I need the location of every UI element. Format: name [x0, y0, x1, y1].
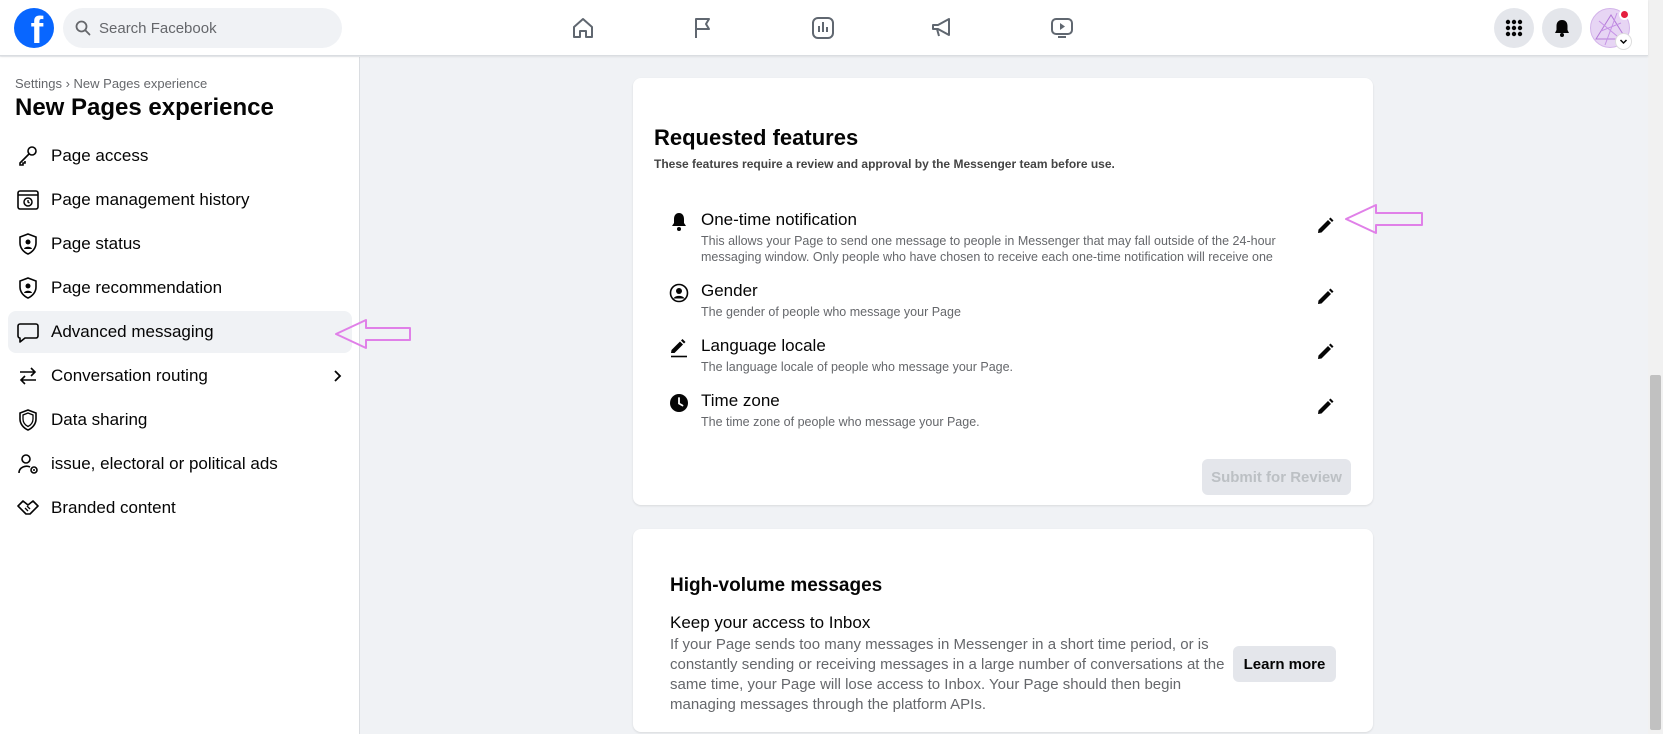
- insights-icon[interactable]: [807, 12, 839, 44]
- edit-pencil-icon[interactable]: [1313, 395, 1337, 419]
- sidebar-item-conversation-routing[interactable]: Conversation routing: [8, 355, 352, 397]
- chevron-down-icon[interactable]: [1616, 34, 1631, 49]
- feature-description: The gender of people who message your Pa…: [701, 305, 961, 319]
- feature-name: One-time notification: [701, 210, 857, 229]
- chevron-right-icon: [330, 368, 344, 388]
- feature-gender: Gender The gender of people who message …: [669, 281, 1349, 325]
- requested-features-card: Requested features These features requir…: [633, 78, 1373, 505]
- edit-pencil-icon[interactable]: [1313, 285, 1337, 309]
- sidebar-item-label: Page recommendation: [51, 278, 223, 297]
- history-icon: [16, 188, 40, 212]
- edit-pencil-icon[interactable]: [1313, 340, 1337, 364]
- high-volume-body: If your Page sends too many messages in …: [670, 636, 1225, 713]
- sidebar-item-political-ads[interactable]: issue, electoral or political ads: [8, 443, 352, 485]
- settings-sidebar: Settings › New Pages experience New Page…: [0, 57, 360, 734]
- page-title: New Pages experience: [15, 94, 274, 121]
- sidebar-item-label: issue, electoral or political ads: [51, 454, 278, 473]
- high-volume-subtitle: Keep your access to Inbox: [670, 613, 871, 632]
- shield-person-icon: [16, 232, 40, 256]
- shield-icon: [16, 408, 40, 432]
- person-gear-icon: [16, 452, 40, 476]
- scrollbar-thumb[interactable]: [1650, 375, 1661, 730]
- edit-pencil-icon[interactable]: [1313, 214, 1337, 238]
- facebook-logo-letter: f: [30, 10, 44, 48]
- feature-description: The time zone of people who message your…: [701, 415, 980, 429]
- requested-features-subtitle: These features require a review and appr…: [654, 157, 1115, 171]
- sidebar-item-label: Data sharing: [51, 410, 148, 429]
- flag-icon[interactable]: [687, 12, 719, 44]
- feature-name: Gender: [701, 281, 758, 300]
- feature-name: Time zone: [701, 391, 780, 410]
- sidebar-item-page-status[interactable]: Page status: [8, 223, 352, 265]
- high-volume-messages-card: High-volume messages Keep your access to…: [633, 529, 1373, 732]
- sidebar-item-data-sharing[interactable]: Data sharing: [8, 399, 352, 441]
- notification-dot: [1619, 9, 1630, 20]
- sidebar-item-advanced-messaging[interactable]: Advanced messaging: [8, 311, 352, 353]
- sidebar-item-label: Branded content: [51, 498, 176, 517]
- search-icon: [75, 20, 91, 36]
- sidebar-item-page-recommendation[interactable]: Page recommendation: [8, 267, 352, 309]
- breadcrumb[interactable]: Settings › New Pages experience: [15, 76, 207, 91]
- home-icon[interactable]: [567, 12, 599, 44]
- sidebar-item-label: Advanced messaging: [51, 322, 214, 341]
- feature-description: The language locale of people who messag…: [701, 360, 1014, 374]
- sidebar-item-page-management-history[interactable]: Page management history: [8, 179, 352, 221]
- sidebar-item-label: Page management history: [51, 190, 250, 209]
- requested-features-title: Requested features: [654, 125, 859, 150]
- sidebar-item-branded-content[interactable]: Branded content: [8, 487, 352, 529]
- clock-icon: [669, 393, 689, 413]
- submit-for-review-button[interactable]: Submit for Review: [1202, 459, 1351, 495]
- sidebar-item-page-access[interactable]: Page access: [8, 135, 352, 177]
- bell-icon: [669, 212, 689, 232]
- learn-more-button[interactable]: Learn more: [1233, 646, 1336, 682]
- feature-time-zone: Time zone The time zone of people who me…: [669, 391, 1349, 435]
- feature-language-locale: Language locale The language locale of p…: [669, 336, 1349, 380]
- sidebar-item-label: Conversation routing: [51, 366, 208, 385]
- search-input[interactable]: [99, 19, 319, 37]
- menu-grid-icon[interactable]: [1494, 8, 1534, 48]
- search-box[interactable]: [63, 8, 342, 48]
- video-icon[interactable]: [1046, 12, 1078, 44]
- facebook-logo[interactable]: f: [14, 8, 54, 48]
- high-volume-title: High-volume messages: [670, 575, 883, 596]
- annotation-arrow-sidebar: [335, 319, 411, 349]
- top-navigation-bar: f: [0, 0, 1648, 56]
- feature-one-time-notification: One-time notification This allows your P…: [669, 210, 1349, 270]
- handshake-icon: [16, 496, 40, 520]
- person-circle-icon: [669, 283, 689, 303]
- chat-bubble-icon: [16, 320, 40, 344]
- key-icon: [16, 144, 40, 168]
- megaphone-icon[interactable]: [926, 12, 958, 44]
- sidebar-item-label: Page access: [51, 146, 149, 165]
- pencil-line-icon: [669, 338, 689, 358]
- feature-name: Language locale: [701, 336, 826, 355]
- shield-person-icon: [16, 276, 40, 300]
- annotation-arrow-edit: [1345, 204, 1423, 234]
- feature-description: This allows your Page to send one messag…: [701, 234, 1276, 264]
- sidebar-menu: Page access Page management history Page…: [8, 135, 352, 531]
- sidebar-item-label: Page status: [51, 234, 141, 253]
- swap-arrows-icon: [16, 364, 40, 388]
- notifications-icon[interactable]: [1542, 8, 1582, 48]
